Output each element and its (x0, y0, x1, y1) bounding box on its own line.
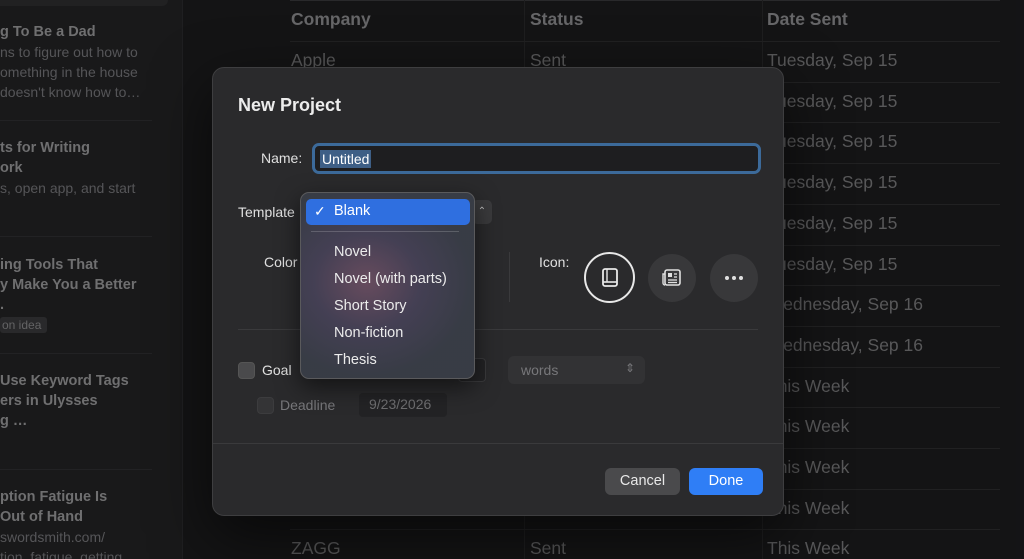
template-menu-item-short-story[interactable]: Short Story (334, 298, 407, 314)
menu-item-label: Blank (334, 203, 371, 219)
more-icon (725, 276, 743, 280)
template-popup-button[interactable]: ⌃ (472, 200, 492, 224)
template-label: Template (238, 204, 295, 220)
more-icon-button[interactable] (710, 254, 758, 302)
template-menu-item-novel[interactable]: Novel (334, 244, 371, 260)
cancel-button[interactable]: Cancel (605, 468, 680, 495)
book-icon (601, 267, 618, 287)
done-button[interactable]: Done (689, 468, 763, 495)
deadline-date-value: 9/23/2026 (369, 396, 432, 412)
divider (213, 443, 783, 444)
checkmark-icon: ✓ (314, 203, 326, 219)
goal-unit-popup[interactable]: words ⇕ (508, 356, 645, 384)
deadline-date-field[interactable]: 9/23/2026 (359, 393, 447, 417)
menu-separator (311, 231, 459, 232)
name-input-value: Untitled (320, 150, 372, 168)
newspaper-icon (662, 269, 681, 286)
color-label: Color (264, 254, 298, 270)
template-menu: ✓ Blank Novel Novel (with parts) Short S… (300, 192, 475, 379)
goal-label: Goal (262, 362, 292, 378)
divider (509, 252, 510, 302)
book-icon-button[interactable] (584, 252, 635, 303)
template-menu-item-thesis[interactable]: Thesis (334, 352, 377, 368)
name-label: Name: (261, 150, 303, 166)
goal-checkbox[interactable] (238, 362, 255, 379)
deadline-checkbox[interactable] (257, 397, 274, 414)
goal-unit-value: words (521, 362, 559, 378)
template-menu-item-novel-with-parts[interactable]: Novel (with parts) (334, 271, 447, 287)
chevron-updown-icon: ⇕ (624, 361, 635, 375)
newspaper-icon-button[interactable] (648, 254, 696, 302)
deadline-label: Deadline (280, 397, 336, 413)
dialog-title: New Project (238, 95, 342, 115)
name-input[interactable]: Untitled (312, 143, 761, 174)
new-project-dialog: New Project Name: Untitled Template ⌃ Co… (212, 67, 784, 516)
icon-label: Icon: (539, 254, 570, 270)
template-menu-item-selected[interactable]: ✓ Blank (306, 199, 470, 225)
template-menu-item-non-fiction[interactable]: Non-fiction (334, 325, 403, 341)
